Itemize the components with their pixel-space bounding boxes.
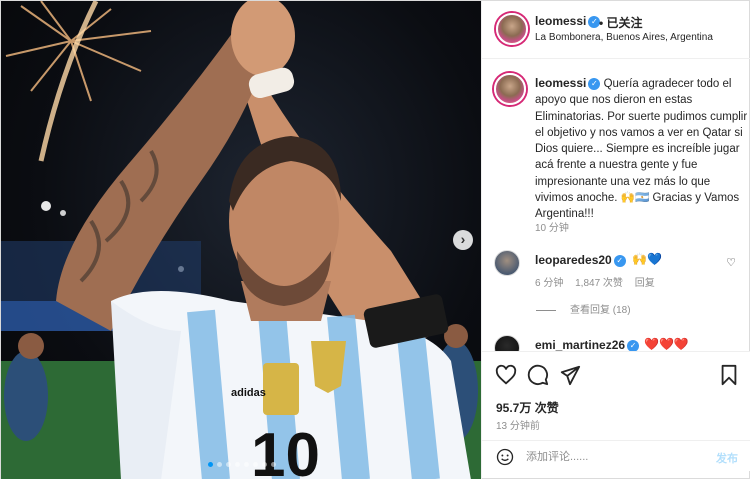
add-comment-bar: 发布 xyxy=(482,440,750,472)
comment-author-row: leoparedes20 ✓ xyxy=(535,253,626,267)
location-link[interactable]: La Bombonera, Buenos Aires, Argentina xyxy=(535,32,713,43)
header-username[interactable]: leomessi xyxy=(535,14,586,28)
carousel-dot xyxy=(244,462,249,467)
follow-status[interactable]: • 已关注 xyxy=(599,14,643,31)
caption-text-block: leomessi ✓ Quería agradecer todo el apoyo… xyxy=(535,75,748,223)
caption-body: Quería agradecer todo el apoyo que nos d… xyxy=(535,78,748,221)
caption-avatar[interactable] xyxy=(494,73,526,105)
comment-username[interactable]: emi_martinez26 xyxy=(535,338,625,352)
share-icon[interactable] xyxy=(559,364,581,386)
photo-illustration: adidas 10 xyxy=(1,1,481,479)
comment-icon[interactable] xyxy=(527,364,549,386)
likes-count[interactable]: 95.7万 次赞 xyxy=(496,399,559,416)
post-side-panel: leomessi ✓ • 已关注 La Bombonera, Buenos Air… xyxy=(481,1,750,479)
caption-username[interactable]: leomessi xyxy=(535,76,586,90)
carousel-dot xyxy=(253,462,258,467)
comment-text: ❤️❤️❤️ xyxy=(644,337,689,351)
post-actions: 95.7万 次赞 13 分钟前 发布 xyxy=(482,351,750,471)
heart-icon[interactable] xyxy=(495,364,517,386)
divider xyxy=(536,309,556,311)
comment-time: 6 分钟 xyxy=(535,278,564,289)
comment-meta: 6 分钟 1,847 次赞 回复 xyxy=(535,274,664,289)
caption-time: 10 分钟 xyxy=(535,223,569,234)
verified-badge-icon: ✓ xyxy=(613,254,626,267)
reply-button[interactable]: 回复 xyxy=(635,278,655,289)
post-photo[interactable]: adidas 10 › xyxy=(1,1,481,479)
carousel-dot xyxy=(262,462,267,467)
comment-input[interactable] xyxy=(526,448,696,466)
next-photo-button[interactable]: › xyxy=(453,230,473,250)
post-header: leomessi ✓ • 已关注 La Bombonera, Buenos Air… xyxy=(482,1,750,59)
comment-avatar[interactable] xyxy=(494,250,520,276)
avatar[interactable] xyxy=(496,13,528,45)
chevron-right-icon: › xyxy=(460,231,466,247)
carousel-dot xyxy=(217,462,222,467)
comment-like-heart-icon[interactable]: ♡ xyxy=(726,256,736,269)
carousel-dot xyxy=(208,462,213,467)
instagram-post: adidas 10 › leomessi ✓ • 已关注 La Bomboner… xyxy=(0,0,750,479)
bookmark-icon[interactable] xyxy=(718,364,740,386)
comment-username[interactable]: leoparedes20 xyxy=(535,253,612,267)
view-replies-button[interactable]: 查看回复 (18) xyxy=(536,301,631,316)
comment-author-row: emi_martinez26 ✓ xyxy=(535,338,640,352)
carousel-dot xyxy=(271,462,276,467)
post-comment-button[interactable]: 发布 xyxy=(716,450,738,466)
carousel-dots xyxy=(208,462,276,467)
svg-text:adidas: adidas xyxy=(231,387,266,399)
view-replies-label: 查看回复 (18) xyxy=(570,305,631,316)
comment-likes[interactable]: 1,847 次赞 xyxy=(575,278,623,289)
svg-text:10: 10 xyxy=(251,421,320,479)
comment-text: 🙌💙 xyxy=(632,252,662,266)
verified-badge-icon: ✓ xyxy=(588,77,601,90)
emoji-icon[interactable] xyxy=(496,448,514,466)
header-username-row: leomessi ✓ xyxy=(535,14,601,28)
carousel-dot xyxy=(226,462,231,467)
post-time: 13 分钟前 xyxy=(496,421,540,432)
carousel-dot xyxy=(235,462,240,467)
